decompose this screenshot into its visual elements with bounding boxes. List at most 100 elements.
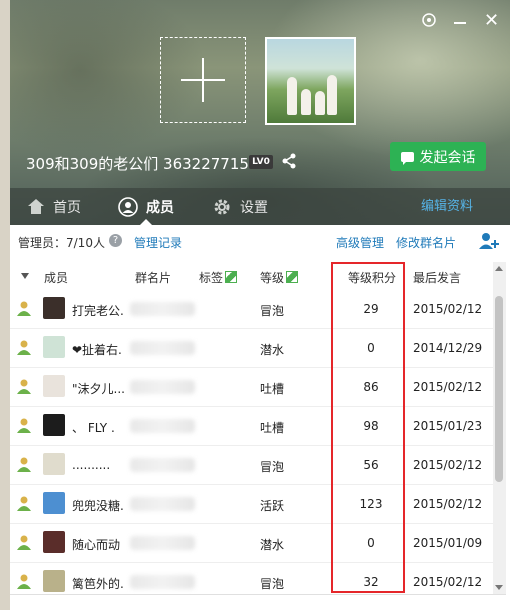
admin-user-icon: [17, 418, 31, 433]
tab-bar: 首页 成员 设置 编辑资料: [0, 188, 510, 225]
avatar[interactable]: [43, 375, 65, 397]
member-card-blurred: [130, 458, 195, 472]
member-card-blurred: [130, 497, 195, 511]
member-points: 32: [363, 575, 379, 589]
member-card-blurred: [130, 419, 195, 433]
member-card-blurred: [130, 380, 195, 394]
share-icon[interactable]: [282, 153, 296, 169]
member-last-speak: 2014/12/29: [413, 341, 483, 355]
advanced-manage-link[interactable]: 高级管理: [336, 234, 384, 251]
member-card-blurred: [130, 575, 195, 589]
sort-arrow-icon[interactable]: [21, 273, 29, 279]
bottom-edge: [10, 594, 506, 610]
table-row[interactable]: .......... 冒泡 56 2015/02/12: [10, 446, 493, 485]
table-row[interactable]: 打完老公. 冒泡 29 2015/02/12: [10, 290, 493, 329]
member-nickname: "沫夕儿...: [72, 382, 125, 396]
member-toolbar: 管理员：7/10人 ? 管理记录 高级管理 修改群名片: [10, 225, 510, 258]
table-row[interactable]: ❤扯着右. 潜水 0 2014/12/29: [10, 329, 493, 368]
edit-profile-link[interactable]: 编辑资料: [421, 188, 473, 225]
avatar[interactable]: [43, 531, 65, 553]
member-card-blurred: [130, 536, 195, 550]
admin-user-icon: [17, 340, 31, 355]
col-points[interactable]: 等级积分: [348, 269, 396, 286]
table-row[interactable]: 兜兜没糖. 活跃 123 2015/02/12: [10, 485, 493, 524]
gear-icon: [214, 199, 230, 214]
add-member-icon[interactable]: [478, 232, 500, 250]
manage-record-link[interactable]: 管理记录: [134, 234, 182, 251]
member-nickname: 兜兜没糖.: [72, 499, 124, 513]
left-strip: [0, 0, 10, 610]
member-nickname: 、 FLY .: [72, 421, 115, 435]
col-member[interactable]: 成员: [44, 269, 68, 286]
member-last-speak: 2015/02/12: [413, 575, 483, 589]
member-level: 吐槽: [260, 421, 285, 435]
member-last-speak: 2015/01/09: [413, 536, 483, 550]
group-window: ✕ 309和309的老公们 363227715 LV0 发起会话 首页 成员 设…: [0, 0, 510, 610]
member-level: 冒泡: [260, 577, 285, 591]
add-photo-button[interactable]: [160, 37, 246, 123]
member-points: 123: [359, 497, 383, 511]
member-icon: [118, 196, 138, 217]
col-last-speak[interactable]: 最后发言: [413, 269, 461, 286]
member-nickname: 随心而动: [72, 538, 121, 552]
member-last-speak: 2015/02/12: [413, 380, 483, 394]
avatar[interactable]: [43, 336, 65, 358]
avatar[interactable]: [43, 570, 65, 592]
level-badge: LV0: [249, 155, 273, 169]
table-row[interactable]: "沫夕儿... 吐槽 86 2015/02/12: [10, 368, 493, 407]
member-level: 潜水: [260, 538, 285, 552]
close-button[interactable]: ✕: [484, 10, 499, 31]
member-card-blurred: [130, 341, 195, 355]
admin-count: 管理员：7/10人: [18, 236, 105, 250]
member-card-blurred: [130, 302, 195, 316]
avatar[interactable]: [43, 453, 65, 475]
member-level: 冒泡: [260, 304, 285, 318]
avatar[interactable]: [43, 297, 65, 319]
table-row[interactable]: 、 FLY . 吐槽 98 2015/01/23: [10, 407, 493, 446]
avatar[interactable]: [43, 492, 65, 514]
member-last-speak: 2015/02/12: [413, 458, 483, 472]
member-points: 0: [367, 341, 375, 355]
admin-user-icon: [17, 535, 31, 550]
member-nickname: 打完老公.: [72, 304, 124, 318]
scrollbar[interactable]: [493, 262, 506, 594]
group-name: 309和309的老公们 363227715: [26, 155, 249, 173]
scroll-up-arrow-icon[interactable]: [495, 266, 503, 271]
member-last-speak: 2015/02/12: [413, 302, 483, 316]
admin-user-icon: [17, 496, 31, 511]
skin-icon[interactable]: [421, 12, 437, 28]
tab-settings[interactable]: 设置: [212, 188, 268, 225]
admin-user-icon: [17, 301, 31, 316]
group-avatar[interactable]: [265, 37, 356, 125]
member-level: 冒泡: [260, 460, 285, 474]
modify-card-link[interactable]: 修改群名片: [396, 234, 456, 251]
avatar[interactable]: [43, 414, 65, 436]
member-points: 0: [367, 536, 375, 550]
col-card[interactable]: 群名片: [135, 269, 171, 286]
minimize-button[interactable]: [454, 22, 466, 24]
member-level: 潜水: [260, 343, 285, 357]
member-points: 98: [363, 419, 379, 433]
member-nickname: ❤扯着右.: [72, 343, 122, 357]
table-row[interactable]: 随心而动 潜水 0 2015/01/09: [10, 524, 493, 563]
member-nickname: ..........: [72, 458, 111, 472]
member-points: 29: [363, 302, 379, 316]
scroll-thumb[interactable]: [495, 296, 503, 482]
member-table-header: 成员 群名片 标签 等级 等级积分 最后发言: [10, 262, 493, 290]
member-list: 打完老公. 冒泡 29 2015/02/12 ❤扯着右. 潜水 0 2014/1…: [10, 290, 493, 602]
edit-level-icon[interactable]: [286, 271, 299, 283]
member-last-speak: 2015/02/12: [413, 497, 483, 511]
scroll-down-arrow-icon[interactable]: [495, 585, 503, 590]
edit-tag-icon[interactable]: [225, 271, 238, 283]
home-icon: [28, 199, 44, 214]
tab-members[interactable]: 成员: [118, 188, 174, 225]
chat-icon: [400, 151, 414, 165]
col-level[interactable]: 等级: [260, 269, 299, 286]
admin-user-icon: [17, 574, 31, 589]
start-chat-button[interactable]: 发起会话: [390, 142, 486, 171]
admin-user-icon: [17, 457, 31, 472]
help-icon[interactable]: ?: [109, 234, 122, 247]
col-tag[interactable]: 标签: [199, 269, 238, 286]
member-nickname: 篱笆外的.: [72, 577, 124, 591]
tab-home[interactable]: 首页: [27, 188, 81, 225]
